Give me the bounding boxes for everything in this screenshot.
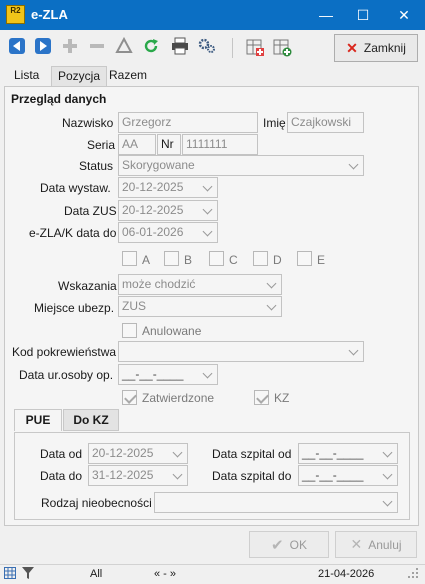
anulowane-label: Anulowane [142, 324, 202, 338]
szpital-od-label: Data szpital od [212, 447, 292, 461]
imie-field[interactable]: Czajkowski [287, 112, 364, 133]
wskazania-dropdown[interactable]: może chodzić [118, 274, 282, 295]
kod-label: Kod pokrewieństwa [12, 345, 117, 359]
filter-text: All [90, 568, 103, 580]
delta-icon[interactable] [115, 36, 135, 57]
seria-label: Seria [87, 138, 116, 152]
checkbox-e-label: E [317, 253, 326, 267]
nazwisko-label: Nazwisko [62, 116, 114, 130]
data-ur-field[interactable]: __-__-____ [118, 364, 218, 385]
data-ur-label: Data ur.osoby op. [19, 368, 114, 382]
nazwisko-field[interactable]: Grzegorz [118, 112, 258, 133]
print-icon[interactable] [170, 37, 190, 57]
checkbox-d-label: D [273, 253, 282, 267]
section-title: Przegląd danych [11, 92, 107, 106]
data-wystaw-label: Data wystaw. [40, 181, 111, 195]
rodzaj-label: Rodzaj nieobecności [41, 496, 152, 510]
resize-grip-icon[interactable] [407, 567, 419, 582]
kz-label: KZ [274, 391, 290, 405]
nav-text[interactable]: « - » [154, 568, 176, 580]
checkbox-e[interactable] [297, 251, 312, 266]
miejsce-dropdown[interactable]: ZUS [118, 296, 282, 317]
settings-icon[interactable] [197, 37, 217, 57]
status-label: Status [79, 159, 114, 173]
data-wystaw-field[interactable]: 20-12-2025 [118, 177, 218, 198]
window-title: e-ZLA [31, 7, 68, 22]
toolbar-separator [232, 38, 233, 58]
nr-field[interactable]: 1111111 [182, 134, 258, 155]
status-bar: All « - » 21-04-2026 [0, 564, 425, 584]
ezla-k-label: e-ZLA/K data do [29, 226, 117, 240]
imie-label: Imię [263, 116, 286, 130]
tab-razem[interactable]: Razem [103, 66, 153, 86]
data-od-field[interactable]: 20-12-2025 [88, 443, 188, 464]
main-tabs: Lista Pozycja Razem [0, 66, 425, 86]
ezla-k-field[interactable]: 06-01-2026 [118, 222, 218, 243]
ok-button[interactable]: ✔ OK [249, 531, 329, 558]
szpital-od-field[interactable]: __-__-____ [298, 443, 398, 464]
maximize-button[interactable]: ☐ [345, 0, 381, 30]
toolbar: ✕ Zamknij [0, 30, 425, 66]
tab-pozycja[interactable]: Pozycja [51, 66, 108, 86]
minus-icon[interactable] [88, 37, 108, 57]
data-do-label: Data do [40, 469, 83, 483]
app-logo: R2 [6, 5, 25, 24]
wskazania-label: Wskazania [58, 279, 117, 293]
grid-new-icon[interactable] [272, 37, 292, 57]
rodzaj-dropdown[interactable] [154, 492, 398, 513]
filter-icon[interactable] [22, 567, 34, 582]
seria-field[interactable]: AA [118, 134, 156, 155]
status-date: 21-04-2026 [318, 568, 375, 580]
close-window-button[interactable]: ✕ [386, 0, 422, 30]
checkbox-c-label: C [229, 253, 238, 267]
nr-label: Nr [157, 134, 181, 155]
kod-dropdown[interactable] [118, 341, 364, 362]
anuluj-button-label: Anuluj [368, 537, 402, 552]
checkbox-c[interactable] [209, 251, 224, 266]
zatwierdzone-label: Zatwierdzone [142, 391, 215, 405]
ok-button-label: OK [289, 537, 307, 552]
title-bar: R2 e-ZLA — ☐ ✕ [0, 0, 425, 30]
refresh-icon[interactable] [142, 37, 162, 57]
tab-lista[interactable]: Lista [8, 66, 45, 86]
checkbox-d[interactable] [253, 251, 268, 266]
grid-icon[interactable] [4, 567, 16, 582]
plus-icon[interactable] [61, 37, 81, 57]
status-dropdown[interactable]: Skorygowane [118, 155, 364, 176]
checkbox-a-label: A [142, 253, 151, 267]
cancel-icon: ✕ [350, 536, 363, 552]
szpital-do-field[interactable]: __-__-____ [298, 465, 398, 486]
data-zus-label: Data ZUS [64, 204, 117, 218]
anulowane-checkbox[interactable] [122, 323, 137, 338]
tab-pue[interactable]: PUE [14, 409, 62, 431]
checkbox-b-label: B [184, 253, 193, 267]
data-zus-field[interactable]: 20-12-2025 [118, 200, 218, 221]
arrow-left-icon[interactable] [8, 37, 28, 57]
tab-do-kz[interactable]: Do KZ [63, 409, 119, 431]
zatwierdzone-checkbox[interactable] [122, 390, 137, 405]
kz-checkbox[interactable] [254, 390, 269, 405]
checkmark-icon: ✔ [271, 536, 284, 554]
data-do-field[interactable]: 31-12-2025 [88, 465, 188, 486]
checkbox-b[interactable] [164, 251, 179, 266]
close-icon: ✕ [346, 39, 358, 56]
data-od-label: Data od [40, 447, 83, 461]
grid-add-icon[interactable] [245, 37, 265, 57]
checkbox-a[interactable] [122, 251, 137, 266]
close-button-label: Zamknij [363, 41, 406, 55]
minimize-button[interactable]: — [308, 0, 344, 30]
miejsce-label: Miejsce ubezp. [34, 301, 115, 315]
close-button[interactable]: ✕ Zamknij [334, 34, 418, 62]
sub-tabs: PUE Do KZ [14, 409, 415, 431]
szpital-do-label: Data szpital do [212, 469, 292, 483]
anuluj-button[interactable]: ✕ Anuluj [335, 531, 417, 558]
arrow-right-icon[interactable] [34, 37, 54, 57]
